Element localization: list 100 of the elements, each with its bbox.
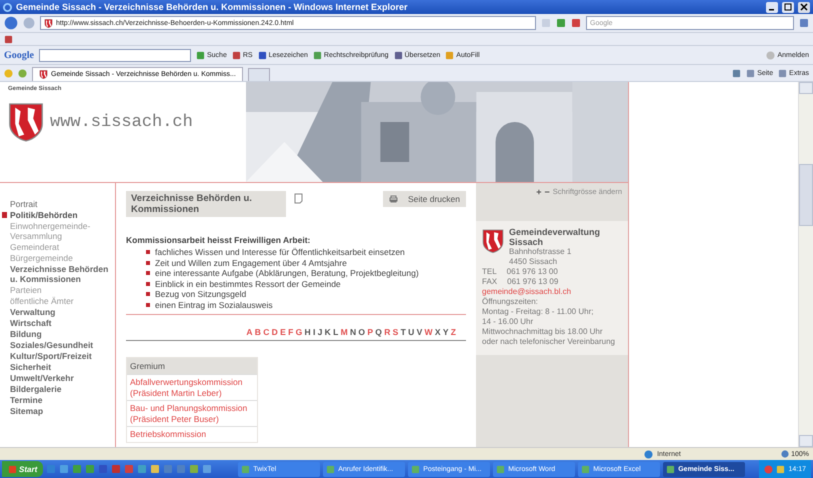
hours-text: Mittwochnachmittag bis 18.00 Uhr — [482, 327, 604, 337]
minimize-button[interactable] — [766, 2, 778, 12]
nav-link[interactable]: Soziales/Gesundheit — [0, 340, 115, 350]
scroll-up-button[interactable] — [799, 82, 813, 94]
list-item: fachliches Wissen und Interesse für Öffentlichkeitsarbeit einsetzen — [155, 247, 405, 258]
nav-link[interactable]: Politik/Behörden — [0, 210, 115, 220]
scrollbar[interactable] — [798, 82, 813, 447]
maximize-button[interactable] — [782, 2, 794, 12]
app-icon[interactable] — [241, 464, 250, 474]
table-header: Gremium — [127, 358, 257, 374]
intro-text: Kommissionsarbeit heisst Freiwilligen Arbeit: — [126, 235, 312, 245]
quick-launch-icon[interactable] — [202, 464, 212, 474]
contact-street: Bahnhofstrasse 1 — [509, 247, 572, 257]
maximize-icon — [784, 3, 792, 11]
app-icon[interactable] — [496, 464, 506, 474]
quick-launch-icon[interactable] — [111, 464, 122, 474]
nav-link[interactable]: Bürgergemeinde — [0, 253, 115, 263]
printer-icon — [389, 195, 398, 203]
font-increase-button[interactable]: + — [536, 187, 542, 197]
quick-launch-icon[interactable] — [137, 464, 148, 474]
note-icon[interactable] — [294, 193, 303, 204]
letter-link[interactable]: J — [318, 327, 322, 337]
app-icon[interactable] — [411, 464, 420, 474]
start-button[interactable]: Start — [2, 461, 44, 477]
letter-link[interactable]: F — [288, 327, 294, 337]
list-item: Zeit und Willen zum Engagement über 4 Amtsjahre — [155, 258, 347, 268]
letter-link[interactable]: C — [263, 327, 270, 337]
app-icon[interactable] — [581, 464, 590, 474]
nav-link[interactable]: Verwaltung — [0, 307, 115, 317]
table-link[interactable]: Bau- und Planungskommission (Präsident Peter Buser) — [127, 400, 257, 426]
letter-link[interactable]: H — [304, 327, 311, 337]
letter-link[interactable]: K — [324, 327, 331, 337]
toolbar-search-field[interactable] — [39, 48, 191, 62]
letter-link[interactable]: Y — [442, 327, 448, 337]
letter-link[interactable]: M — [340, 327, 348, 337]
close-button[interactable] — [798, 2, 810, 12]
letter-link[interactable]: E — [280, 327, 286, 337]
hours-title: Öffnungszeiten: — [482, 297, 539, 307]
hours-text: Montag - Freitag: 8 - 11.00 Uhr; — [482, 307, 594, 317]
letter-link[interactable]: W — [424, 327, 433, 337]
bullet-icon — [146, 302, 150, 307]
letter-link[interactable]: L — [333, 327, 338, 337]
nav-link[interactable]: Verzeichnisse Behörden u. Kommissionen — [0, 264, 115, 284]
quick-launch-icon[interactable] — [46, 464, 56, 474]
nav-link[interactable]: Termine — [0, 395, 115, 405]
letter-link[interactable]: Q — [375, 327, 382, 337]
quick-launch-icon[interactable] — [150, 464, 160, 474]
nav-link[interactable]: Umwelt/Verkehr — [0, 373, 115, 383]
letter-link[interactable]: A — [246, 327, 252, 337]
letter-link[interactable]: I — [312, 327, 316, 337]
quick-launch-icon[interactable] — [85, 464, 96, 474]
nav-link[interactable]: Bildung — [0, 329, 115, 339]
hours-text: oder nach telefonischer Vereinbarung — [482, 337, 616, 347]
nav-link[interactable]: Bildergalerie — [0, 384, 115, 394]
print-button[interactable]: Seite drucken — [383, 191, 466, 207]
letter-link[interactable]: R — [384, 327, 390, 337]
app-icon[interactable] — [326, 464, 336, 474]
bullet-icon — [146, 260, 150, 265]
list-item: einen Eintrag im Sozialausweis — [155, 300, 273, 310]
nav-link[interactable]: Sitemap — [0, 406, 115, 416]
letter-link[interactable]: X — [434, 327, 441, 337]
page-heading: Verzeichnisse Behörden u. Kommissionen — [126, 191, 286, 217]
letter-link[interactable]: V — [416, 327, 422, 337]
toolbar-logo: Google — [4, 50, 34, 60]
quick-launch-icon[interactable] — [176, 464, 186, 474]
new-tab-button[interactable] — [248, 68, 270, 81]
nav-link[interactable]: öffentliche Ämter — [0, 296, 115, 306]
site-domain: www.sissach.ch — [50, 112, 193, 132]
quick-launch-icon[interactable] — [163, 464, 174, 474]
nav-link[interactable]: Sicherheit — [0, 362, 115, 372]
letter-link[interactable]: B — [254, 327, 261, 337]
phone-label: TEL — [482, 267, 497, 277]
quick-launch-icon[interactable] — [59, 464, 70, 474]
font-decrease-button[interactable]: − — [544, 187, 550, 197]
contact-name: Gemeindeverwaltung Sissach — [509, 227, 602, 247]
app-icon[interactable] — [666, 464, 676, 474]
window-title: Gemeinde Sissach - Verzeichnisse Behörden u. Kommissionen - Windows Internet Explorer — [16, 2, 409, 12]
nav-link[interactable]: Portrait — [0, 199, 115, 209]
letter-link[interactable]: P — [367, 327, 373, 337]
table-link[interactable]: Abfallverwertungskommission (Präsident Martin Leber) — [127, 374, 257, 400]
letter-link[interactable]: D — [272, 327, 278, 337]
letter-link[interactable]: Z — [450, 327, 456, 337]
crest-icon — [44, 18, 53, 28]
bullet-icon — [146, 292, 150, 296]
scroll-down-button[interactable] — [799, 435, 813, 447]
crest-icon — [482, 227, 504, 255]
letter-link[interactable]: N — [350, 327, 356, 337]
quick-launch-icon[interactable] — [72, 464, 82, 474]
letter-link[interactable]: S — [392, 327, 398, 337]
scroll-thumb[interactable] — [799, 164, 813, 226]
email-link[interactable]: gemeinde@sissach.bl.ch — [482, 287, 622, 297]
nav-link[interactable]: Kultur/Sport/Freizeit — [0, 351, 115, 361]
letter-link[interactable]: G — [296, 327, 302, 337]
letter-link[interactable]: U — [408, 327, 414, 337]
letter-link[interactable]: O — [358, 327, 366, 337]
quick-launch-icon[interactable] — [189, 464, 200, 474]
quick-launch-icon[interactable] — [98, 464, 108, 474]
table-link[interactable]: Betriebskommission — [127, 426, 257, 442]
nav-link[interactable]: Wirtschaft — [0, 318, 115, 328]
letter-link[interactable]: T — [400, 327, 406, 337]
